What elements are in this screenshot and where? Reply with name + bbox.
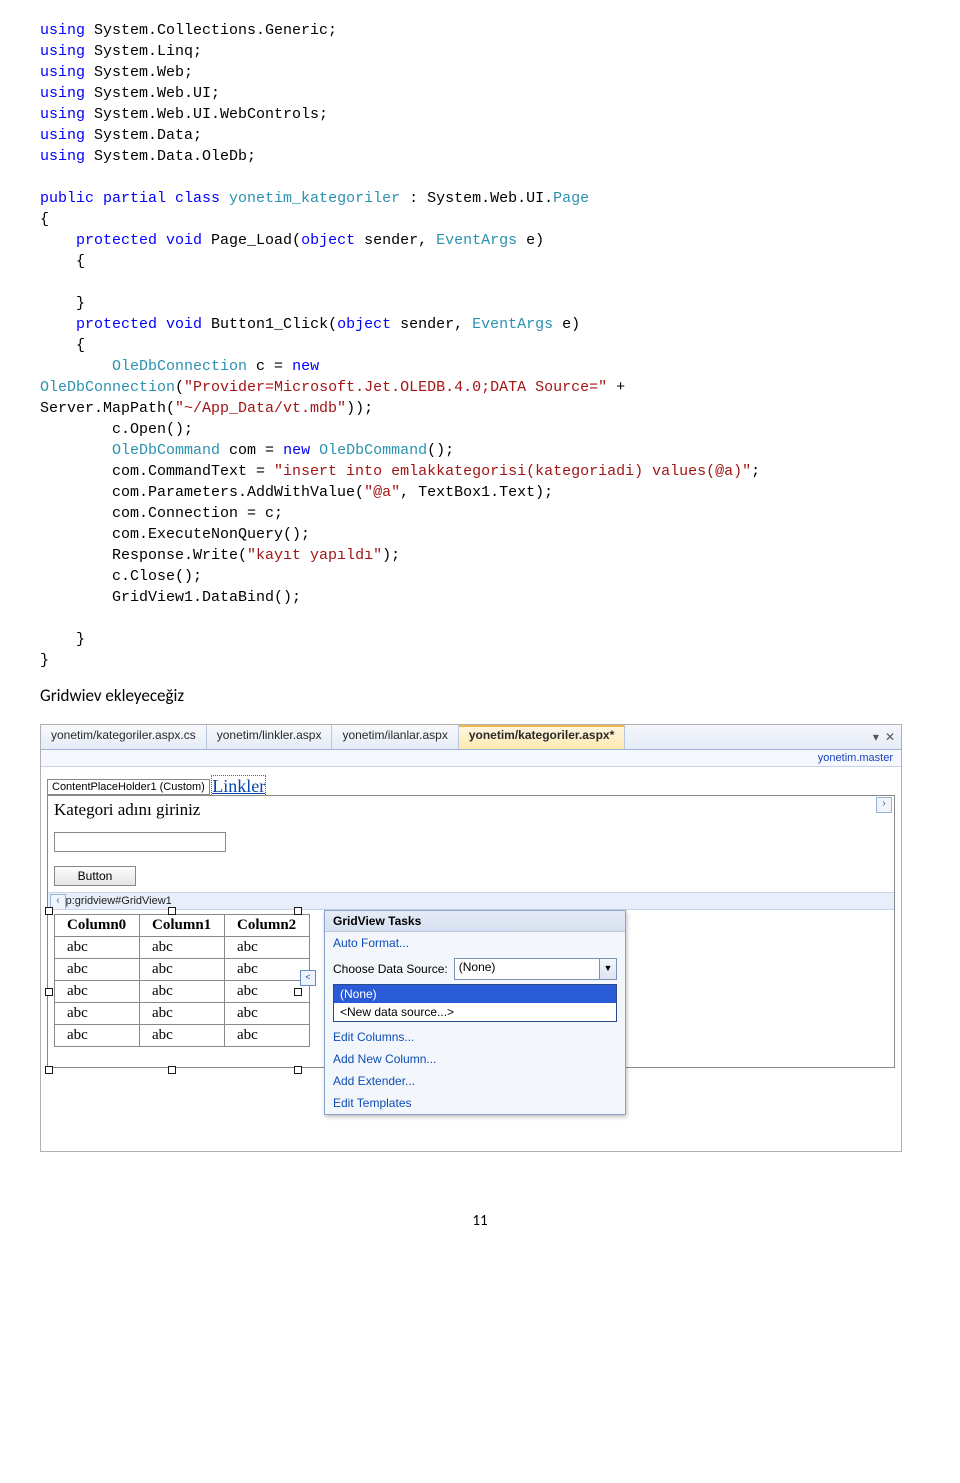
section-heading: Gridwiev ekleyeceğiz xyxy=(40,685,920,706)
gridview-cell: abc xyxy=(225,1003,310,1025)
tab-kategoriler-cs[interactable]: yonetim/kategoriler.aspx.cs xyxy=(41,725,207,749)
ds-option-new[interactable]: <New data source...> xyxy=(334,1003,616,1021)
table-row: abcabcabc xyxy=(55,959,310,981)
tab-ilanlar[interactable]: yonetim/ilanlar.aspx xyxy=(332,725,458,749)
close-icon[interactable]: ✕ xyxy=(885,730,895,744)
textbox-kategori[interactable] xyxy=(54,832,226,852)
page-number: 11 xyxy=(40,1212,920,1230)
gridview-cell: abc xyxy=(55,1003,140,1025)
gridview-cell: abc xyxy=(225,959,310,981)
table-row: abcabcabc xyxy=(55,937,310,959)
add-new-column-link[interactable]: Add New Column... xyxy=(333,1052,436,1066)
gridview-cell: abc xyxy=(225,937,310,959)
design-canvas: ContentPlaceHolder1 (Custom) Linkler › K… xyxy=(41,771,901,1151)
gridview[interactable]: Column0Column1Column2 abcabcabcabcabcabc… xyxy=(54,914,310,1047)
kategori-label: Kategori adını giriniz xyxy=(48,796,894,822)
table-row: abcabcabc xyxy=(55,981,310,1003)
edit-columns-link[interactable]: Edit Columns... xyxy=(333,1030,414,1044)
gridview-tasks-panel: GridView Tasks Auto Format... Choose Dat… xyxy=(324,910,626,1115)
gridview-header-cell: Column2 xyxy=(225,915,310,937)
gridview-cell: abc xyxy=(140,1003,225,1025)
gridview-cell: abc xyxy=(140,959,225,981)
table-row: abcabcabc xyxy=(55,1003,310,1025)
content-placeholder-area: › Kategori adını giriniz Button asp:grid… xyxy=(47,795,895,1068)
code-block: using System.Collections.Generic; using … xyxy=(40,20,920,671)
gridview-cell: abc xyxy=(140,981,225,1003)
gridview-cell: abc xyxy=(55,1025,140,1047)
table-row: abcabcabc xyxy=(55,1025,310,1047)
tab-strip: yonetim/kategoriler.aspx.cs yonetim/link… xyxy=(41,725,901,750)
gridview-wrap: Column0Column1Column2 abcabcabcabcabcabc… xyxy=(48,910,894,1067)
choose-ds-label: Choose Data Source: xyxy=(333,962,448,976)
smart-tag-toggle-icon[interactable]: < xyxy=(300,970,316,986)
gridview-cell: abc xyxy=(225,1025,310,1047)
gridview-tasks-title: GridView Tasks xyxy=(325,911,625,932)
tab-kategoriler-aspx[interactable]: yonetim/kategoriler.aspx* xyxy=(459,725,625,749)
gridview-cell: abc xyxy=(140,1025,225,1047)
data-source-dropdown: (None) <New data source...> xyxy=(333,984,617,1022)
tab-overflow-icon[interactable]: ▾ xyxy=(873,730,879,744)
gridview-cell: abc xyxy=(55,981,140,1003)
content-placeholder-tag[interactable]: ContentPlaceHolder1 (Custom) xyxy=(47,779,210,795)
chevron-down-icon[interactable]: ▼ xyxy=(599,959,616,979)
button-control[interactable]: Button xyxy=(54,866,136,886)
linkler-link[interactable]: Linkler xyxy=(211,775,266,797)
ide-window: yonetim/kategoriler.aspx.cs yonetim/link… xyxy=(40,724,902,1152)
scroll-right-icon[interactable]: › xyxy=(876,797,892,813)
ds-option-none[interactable]: (None) xyxy=(334,985,616,1003)
gridview-cell: abc xyxy=(55,959,140,981)
gridview-header-cell: Column0 xyxy=(55,915,140,937)
edit-templates-link[interactable]: Edit Templates xyxy=(333,1096,412,1110)
class-name: yonetim_kategoriler xyxy=(229,190,400,207)
auto-format-link[interactable]: Auto Format... xyxy=(333,936,409,950)
data-source-combo[interactable]: (None) ▼ xyxy=(454,958,617,980)
master-file-label: yonetim.master xyxy=(41,750,901,767)
page-class: Page xyxy=(553,190,589,207)
gridview-cell: abc xyxy=(55,937,140,959)
gridview-cell: abc xyxy=(140,937,225,959)
tab-linkler[interactable]: yonetim/linkler.aspx xyxy=(207,725,333,749)
add-extender-link[interactable]: Add Extender... xyxy=(333,1074,415,1088)
gridview-header-cell: Column1 xyxy=(140,915,225,937)
